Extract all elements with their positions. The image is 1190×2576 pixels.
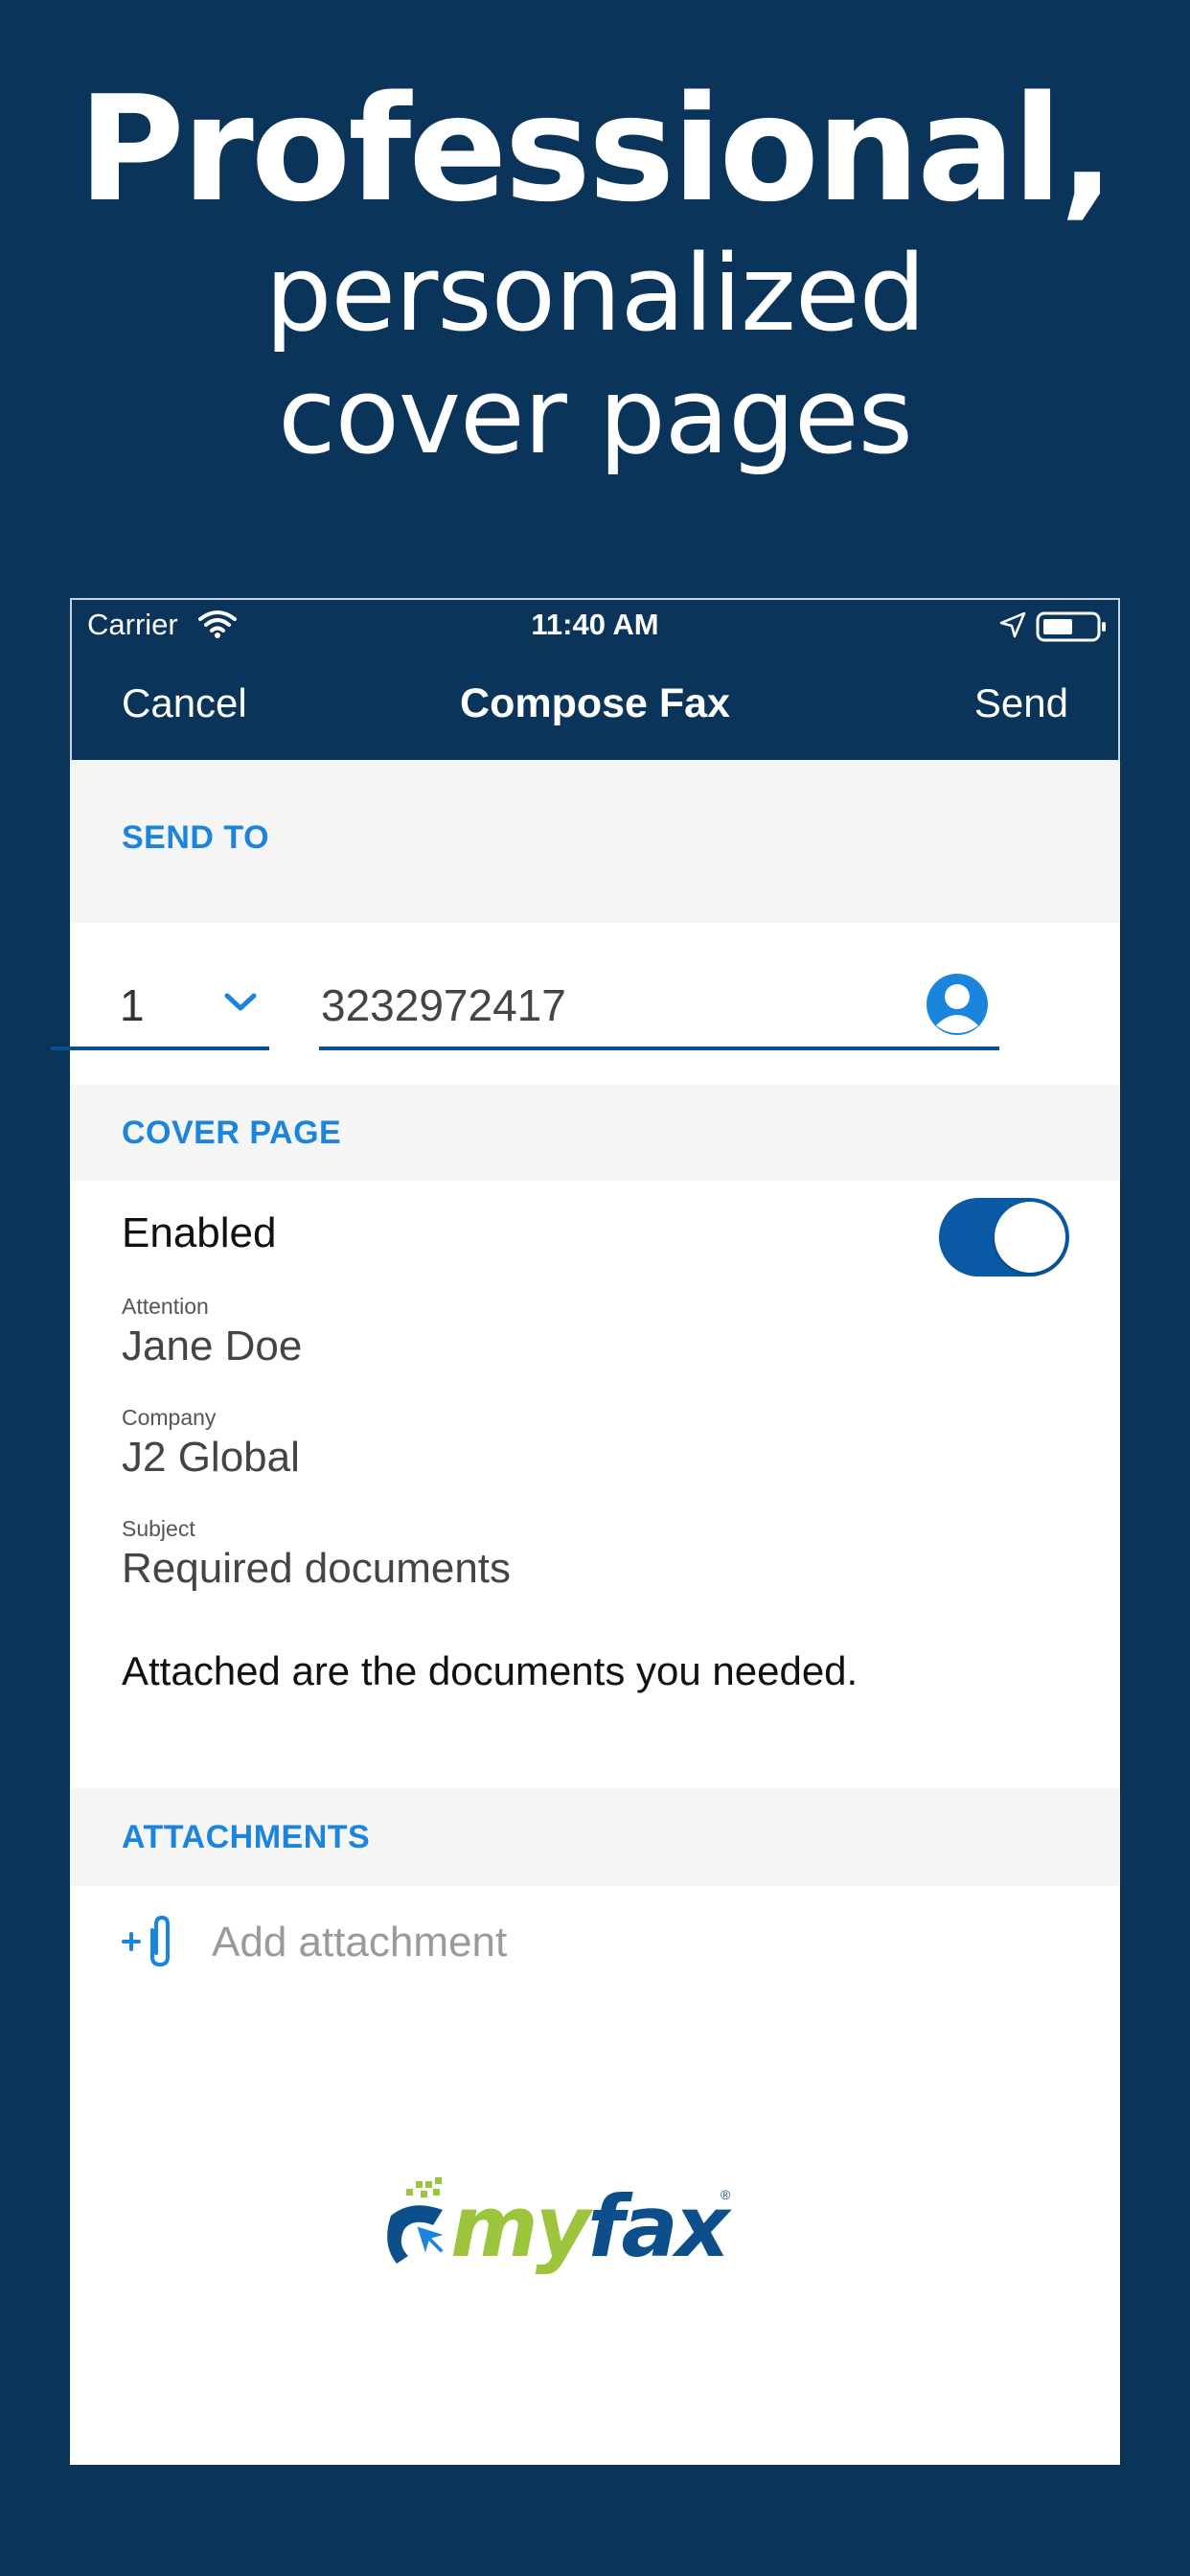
chevron-down-icon — [224, 993, 257, 1011]
cover-page-toggle[interactable] — [939, 1198, 1069, 1276]
add-paperclip-icon — [122, 1915, 170, 1967]
subject-field[interactable]: Required documents — [122, 1545, 511, 1593]
country-code-value: 1 — [120, 980, 145, 1030]
battery-icon — [1036, 611, 1106, 642]
company-field[interactable]: J2 Global — [122, 1434, 300, 1482]
status-bar: Carrier 11:40 AM — [72, 600, 1118, 654]
cover-page-header-label: COVER PAGE — [122, 1115, 342, 1151]
toggle-knob — [995, 1202, 1065, 1273]
headline-subtitle-1: personalized — [264, 232, 927, 355]
attention-label: Attention — [122, 1294, 209, 1319]
headline-title: Professional, — [78, 64, 1114, 234]
company-label: Company — [122, 1405, 217, 1430]
myfax-logo: myfax ® — [383, 2175, 738, 2281]
send-button[interactable]: Send — [974, 680, 1068, 726]
fax-number-value: 3232972417 — [321, 980, 566, 1030]
cover-page-section-header: COVER PAGE — [70, 1085, 1120, 1181]
promo-headline: Professional, personalized cover pages — [0, 64, 1190, 478]
contact-picker-icon[interactable] — [925, 972, 990, 1037]
subject-label: Subject — [122, 1516, 195, 1541]
country-code-select[interactable]: 1 — [51, 966, 269, 1050]
attachments-section-header: ATTACHMENTS — [70, 1788, 1120, 1886]
attachments-header-label: ATTACHMENTS — [122, 1819, 371, 1855]
logo-my-text: my — [450, 2177, 590, 2276]
navigation-bar: Carrier 11:40 AM Cancel Compose Fax Send — [70, 598, 1120, 760]
myfax-wordmark: myfax — [450, 2177, 730, 2276]
location-arrow-icon — [999, 611, 1026, 638]
add-attachment-label: Add attachment — [212, 1919, 508, 1966]
send-to-header-label: SEND TO — [122, 819, 270, 856]
fax-number-input[interactable]: 3232972417 — [319, 966, 999, 1050]
registered-mark: ® — [721, 2187, 731, 2202]
myfax-logo-mark-icon — [387, 2177, 450, 2264]
logo-fax-text: fax — [587, 2177, 729, 2276]
attention-field[interactable]: Jane Doe — [122, 1322, 302, 1370]
cover-message-field[interactable]: Attached are the documents you needed. — [122, 1648, 858, 1694]
headline-subtitle-2: cover pages — [278, 355, 913, 477]
send-to-section-header: SEND TO — [70, 760, 1120, 923]
page-title: Compose Fax — [460, 680, 730, 726]
cover-page-enabled-label: Enabled — [122, 1209, 277, 1256]
status-time: 11:40 AM — [531, 608, 659, 641]
